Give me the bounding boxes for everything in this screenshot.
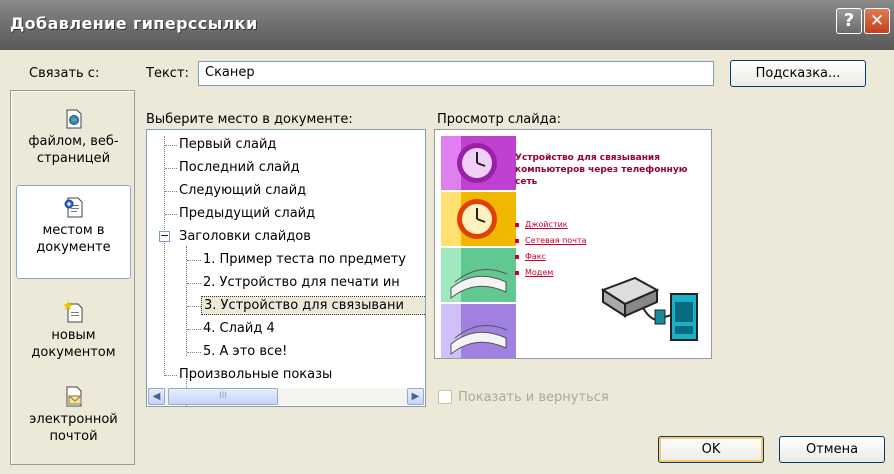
dialog-title: Добавление гиперссылки [10,14,258,33]
tree-connector [187,260,201,261]
link-item-label: новым [51,328,96,343]
link-item-place-in-document[interactable]: местом в документе [16,185,131,279]
tree-connector [187,352,201,353]
tree-connector [165,168,177,169]
email-icon [16,385,131,407]
tree-item[interactable]: Первый слайд [177,135,278,154]
tree-connector [165,214,177,215]
cancel-button[interactable]: Отмена [779,436,885,463]
close-button[interactable]: ✕ [864,8,890,34]
show-and-return-label: Показать и вернуться [458,390,609,405]
link-item-existing-file[interactable]: файлом, веб- страницей [16,107,131,177]
slide-preview: Устройство для связывания компьютеров че… [434,129,712,359]
link-item-label: почтой [49,429,98,444]
tree-item[interactable]: 4. Слайд 4 [201,319,277,338]
link-item-label: документом [31,345,116,360]
link-item-label: файлом, веб- [28,134,119,149]
help-button[interactable]: ? [836,8,862,34]
modem-phone-illustration [600,276,698,341]
book-thumbnail [441,248,516,302]
document-places-tree[interactable]: Первый слайд Последний слайд Следующий с… [146,129,426,407]
clock-thumbnail [441,136,516,190]
tree-item[interactable]: 5. А это все! [201,342,289,361]
horizontal-scrollbar[interactable]: ◀ III ▶ [148,388,424,405]
tree-item[interactable]: 2. Устройство для печати ин [201,273,402,292]
tree-item[interactable]: Заголовки слайдов [177,227,313,246]
hint-button[interactable]: Подсказка... [730,60,866,87]
link-item-new-document[interactable]: новым документом [16,301,131,371]
slide-bullet: Сетевая почта [515,236,615,252]
question-icon: ? [843,10,855,31]
link-with-label: Связать с: [29,66,100,81]
tree-connector [165,191,177,192]
link-type-bar: файлом, веб- страницей местом в документ… [10,90,135,465]
book-thumbnail [441,304,516,358]
tree-collapse-toggle[interactable]: − [159,230,170,242]
preview-label: Просмотр слайда: [437,112,562,127]
slide-title: Устройство для связывания компьютеров че… [515,153,688,187]
title-bar[interactable]: Добавление гиперссылки ? ✕ [0,0,894,50]
tree-item[interactable]: 1. Пример теста по предмету [201,250,408,269]
close-icon: ✕ [869,11,885,31]
scroll-left-button[interactable]: ◀ [148,388,165,405]
scroll-thumb[interactable]: III [168,388,278,405]
document-place-icon [17,196,130,218]
scroll-right-button[interactable]: ▶ [407,388,424,405]
tree-item-selected[interactable]: 3. Устройство для связывани [201,296,425,315]
hyperlink-dialog: Добавление гиперссылки ? ✕ Связать с: Те… [0,0,894,474]
scroll-left-arrow-icon: ◀ [152,391,161,402]
scroll-right-arrow-icon: ▶ [411,391,420,402]
link-item-label: местом в [42,223,105,238]
tree-connector [164,136,165,376]
text-label: Текст: [146,66,189,81]
link-item-label: документе [36,240,111,255]
show-and-return-checkbox[interactable] [438,390,452,404]
slide-bullet: Джойстик [515,220,615,236]
tree-connector [165,145,177,146]
link-item-label: страницей [36,151,111,166]
link-item-label: электронной [29,412,118,427]
tree-item[interactable]: Предыдущий слайд [177,204,317,223]
tree-connector [187,306,201,307]
new-document-icon [16,301,131,323]
clock-thumbnail [441,192,516,246]
tree-item[interactable]: Последний слайд [177,158,302,177]
web-page-icon [16,109,131,129]
tree-item[interactable]: Произвольные показы [177,365,334,384]
tree-connector [165,375,177,376]
tree-label: Выберите место в документе: [146,112,353,127]
link-item-email[interactable]: электронной почтой [16,385,131,455]
ok-button[interactable]: OK [658,436,764,463]
display-text-input[interactable]: Сканер [198,61,714,86]
tree-connector [186,246,187,356]
tree-connector [187,329,201,330]
tree-connector [187,283,201,284]
tree-item[interactable]: Следующий слайд [177,181,308,200]
